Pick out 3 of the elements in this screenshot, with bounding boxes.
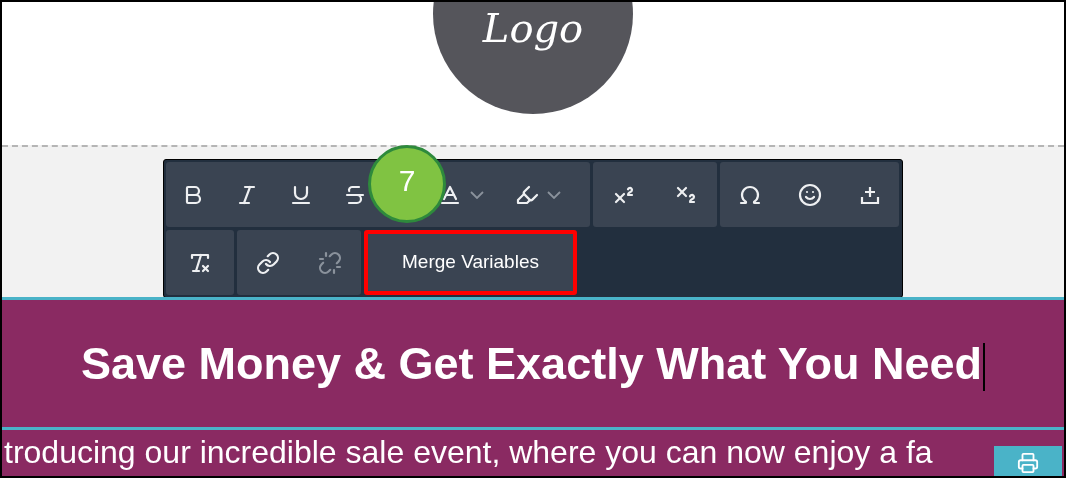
banner-text: troducing our incredible sale event, where you can now enjoy a fa xyxy=(4,436,933,468)
banner-heading: Save Money & Get Exactly What You Need xyxy=(80,329,986,398)
logo: Logo xyxy=(433,2,633,114)
